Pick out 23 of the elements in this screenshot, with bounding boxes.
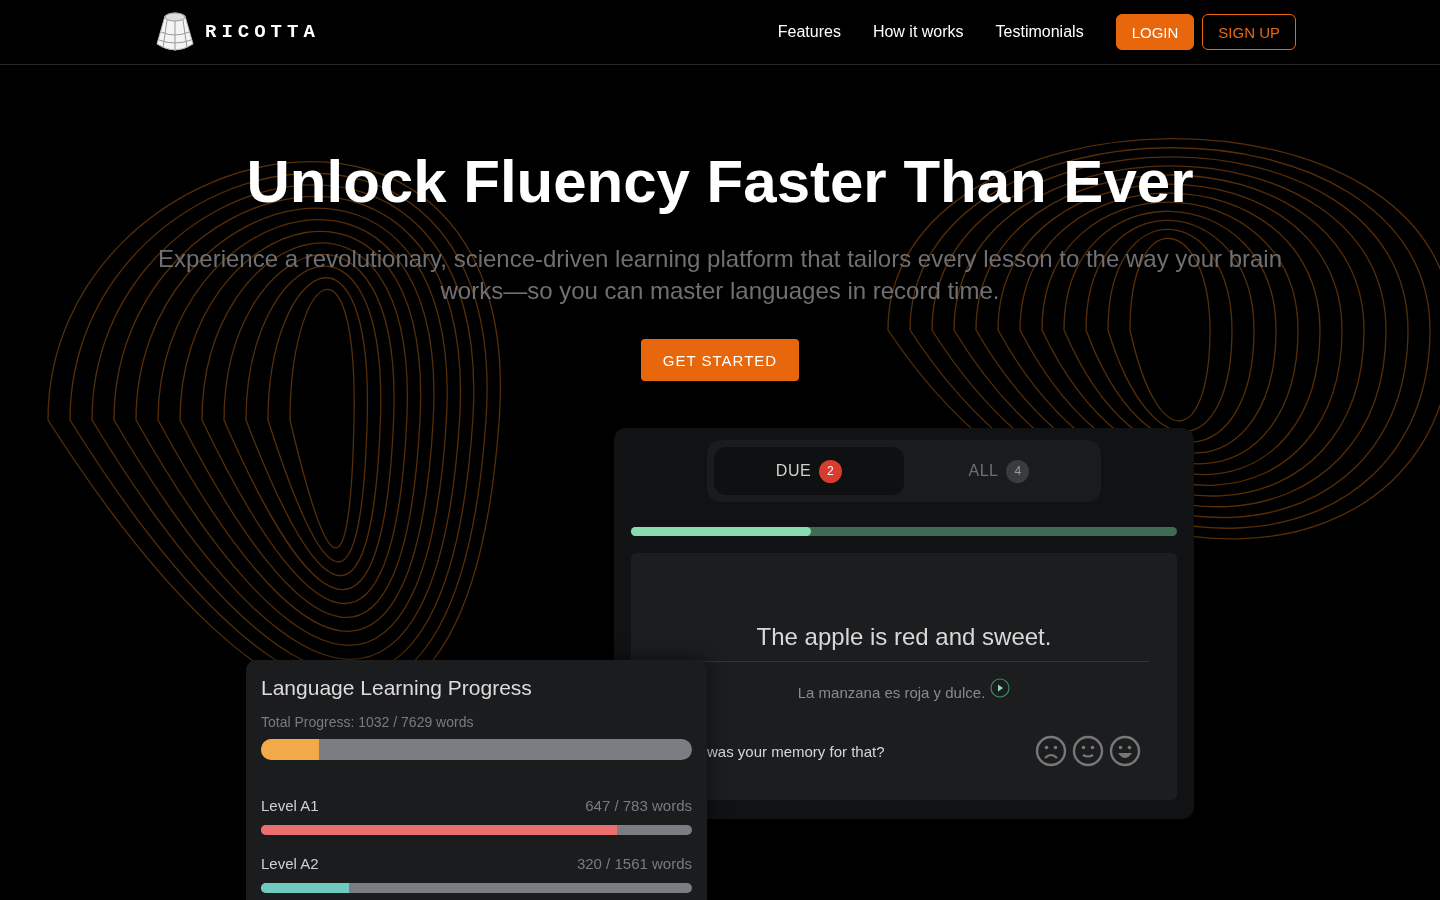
play-icon[interactable]	[990, 678, 1011, 698]
signup-button[interactable]: SIGN UP	[1202, 14, 1296, 50]
translation-text: La manzana es roja y dulce.	[797, 684, 986, 701]
level-word-count: 320 / 1561 words	[576, 855, 692, 872]
tab[interactable]: ALL 4	[904, 447, 1094, 495]
total-progress-label: Total Progress: 1032 / 7629 words	[261, 714, 475, 730]
hero-title: Unlock Fluency Faster Than Ever	[246, 147, 1194, 217]
nav-link[interactable]: Testimonials	[995, 23, 1084, 41]
card-title: Language Learning Progress	[261, 676, 533, 700]
nav-link[interactable]: Features	[777, 23, 841, 41]
neutral-face-icon[interactable]	[1072, 735, 1104, 767]
count-badge: 4	[1006, 459, 1030, 483]
level-word-count: 647 / 783 words	[585, 797, 692, 814]
level-name: Level A1	[261, 797, 319, 814]
happy-face-icon[interactable]	[1109, 735, 1141, 767]
brand-name: RICOTTA	[205, 21, 320, 43]
sad-face-icon[interactable]	[1035, 735, 1067, 767]
level-name: Level A2	[261, 855, 319, 872]
cheese-logo-icon	[153, 10, 197, 54]
count-badge: 2	[819, 459, 843, 483]
question-text: was your memory for that?	[707, 742, 885, 760]
nav-link[interactable]: How it works	[872, 23, 964, 41]
tab[interactable]: DUE 2	[714, 447, 904, 495]
